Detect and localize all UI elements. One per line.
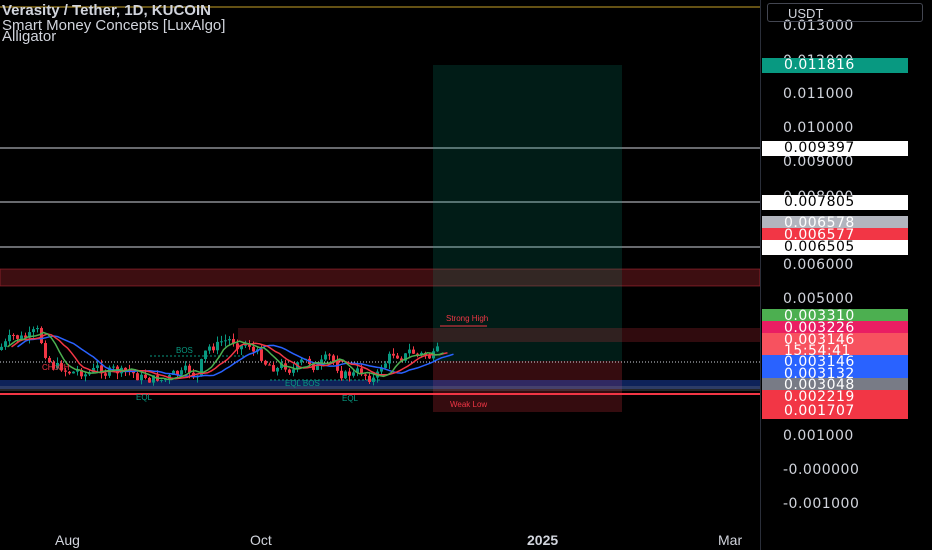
candle-body	[140, 374, 143, 381]
tick-0011: 0.011000	[783, 86, 854, 102]
tick-0005: 0.005000	[783, 291, 854, 307]
candle-body	[412, 349, 415, 354]
candle-body	[208, 346, 211, 351]
candle-body	[16, 335, 19, 339]
tick-0009: 0.009000	[783, 154, 854, 170]
tick-0001: 0.001000	[783, 428, 854, 444]
tick-0000: -0.000000	[783, 462, 860, 478]
candle-body	[20, 335, 23, 339]
chart-pane[interactable]: Verasity / Tether, 1D, KUCOIN Smart Mone…	[0, 0, 760, 550]
candle-body	[36, 328, 39, 330]
candle-body	[328, 354, 331, 356]
candle-body	[340, 370, 343, 379]
candle-body	[268, 364, 271, 366]
candle-body	[276, 367, 279, 372]
price-badge: 0.001707	[762, 404, 908, 419]
candle-body	[300, 359, 303, 363]
candle-body	[364, 374, 367, 376]
candle-body	[0, 346, 3, 350]
bos-label: BOS	[176, 346, 193, 355]
eql-label-1: EQL	[136, 393, 153, 402]
candle-body	[388, 353, 391, 364]
candle-body	[384, 363, 387, 368]
currency-selector[interactable]: USDT	[767, 3, 923, 22]
candle-body	[216, 341, 219, 351]
candle-body	[4, 341, 7, 347]
strong-high-zone	[238, 328, 760, 342]
demand-zone-gray	[0, 386, 760, 391]
candle-body	[372, 377, 375, 383]
candle-body	[344, 371, 347, 379]
candle-body	[272, 365, 275, 372]
candle-body	[184, 365, 187, 371]
candle-body	[220, 341, 223, 343]
candle-body	[12, 334, 15, 336]
candle-body	[204, 350, 207, 360]
candle-body	[112, 366, 115, 368]
tick-0010: 0.010000	[783, 120, 854, 136]
choch-label: CHoCH	[42, 363, 70, 372]
tick-neg0001: -0.001000	[783, 496, 860, 512]
candle-body	[368, 375, 371, 383]
candle-body	[72, 371, 75, 374]
candle-body	[148, 377, 151, 383]
candle-body	[228, 339, 231, 341]
candle-body	[48, 357, 51, 363]
candle-body	[352, 372, 355, 376]
price-badge: 0.009397	[762, 141, 908, 156]
price-chart[interactable]	[0, 0, 760, 550]
candle-body	[428, 355, 431, 359]
candle-body	[348, 371, 351, 376]
candle-body	[104, 373, 107, 376]
candle-body	[144, 374, 147, 378]
price-badge: 0.007805	[762, 195, 908, 210]
candle-body	[392, 353, 395, 356]
candle-body	[436, 346, 439, 352]
candle-body	[288, 369, 291, 373]
candle-body	[224, 340, 227, 342]
candle-body	[96, 365, 99, 368]
eql-bos-label: EQL BOS	[285, 379, 320, 388]
weak-low-label: Weak Low	[450, 400, 488, 409]
supply-zone	[0, 268, 760, 287]
time-label-2025: 2025	[527, 532, 559, 548]
candle-body	[248, 344, 251, 347]
indicator-alligator-label[interactable]: Alligator	[2, 29, 56, 45]
time-label-mar: Mar	[718, 532, 743, 548]
candle-body	[396, 355, 399, 359]
price-badge: 0.006505	[762, 240, 908, 255]
candle-body	[408, 349, 411, 354]
price-axis[interactable]: 0.013000 0.012000 0.011000 0.010000 0.00…	[760, 0, 932, 550]
time-label-aug: Aug	[55, 532, 80, 548]
candle-body	[160, 379, 163, 381]
candle-body	[324, 354, 327, 360]
price-badge: 0.011816	[762, 58, 908, 73]
candle-body	[212, 346, 215, 351]
candle-body	[84, 374, 87, 377]
candle-body	[180, 370, 183, 375]
candle-body	[264, 360, 267, 365]
candle-body	[44, 343, 47, 358]
candle-body	[8, 334, 11, 342]
candle-body	[32, 329, 35, 333]
tick-0006: 0.006000	[783, 257, 854, 273]
candle-body	[136, 373, 139, 381]
candle-body	[292, 369, 295, 373]
candle-body	[260, 349, 263, 361]
time-label-oct: Oct	[250, 532, 272, 548]
candle-body	[252, 346, 255, 352]
strong-high-label: Strong High	[446, 314, 489, 323]
candle-body	[68, 371, 71, 374]
eql-label-2: EQL	[342, 394, 359, 403]
